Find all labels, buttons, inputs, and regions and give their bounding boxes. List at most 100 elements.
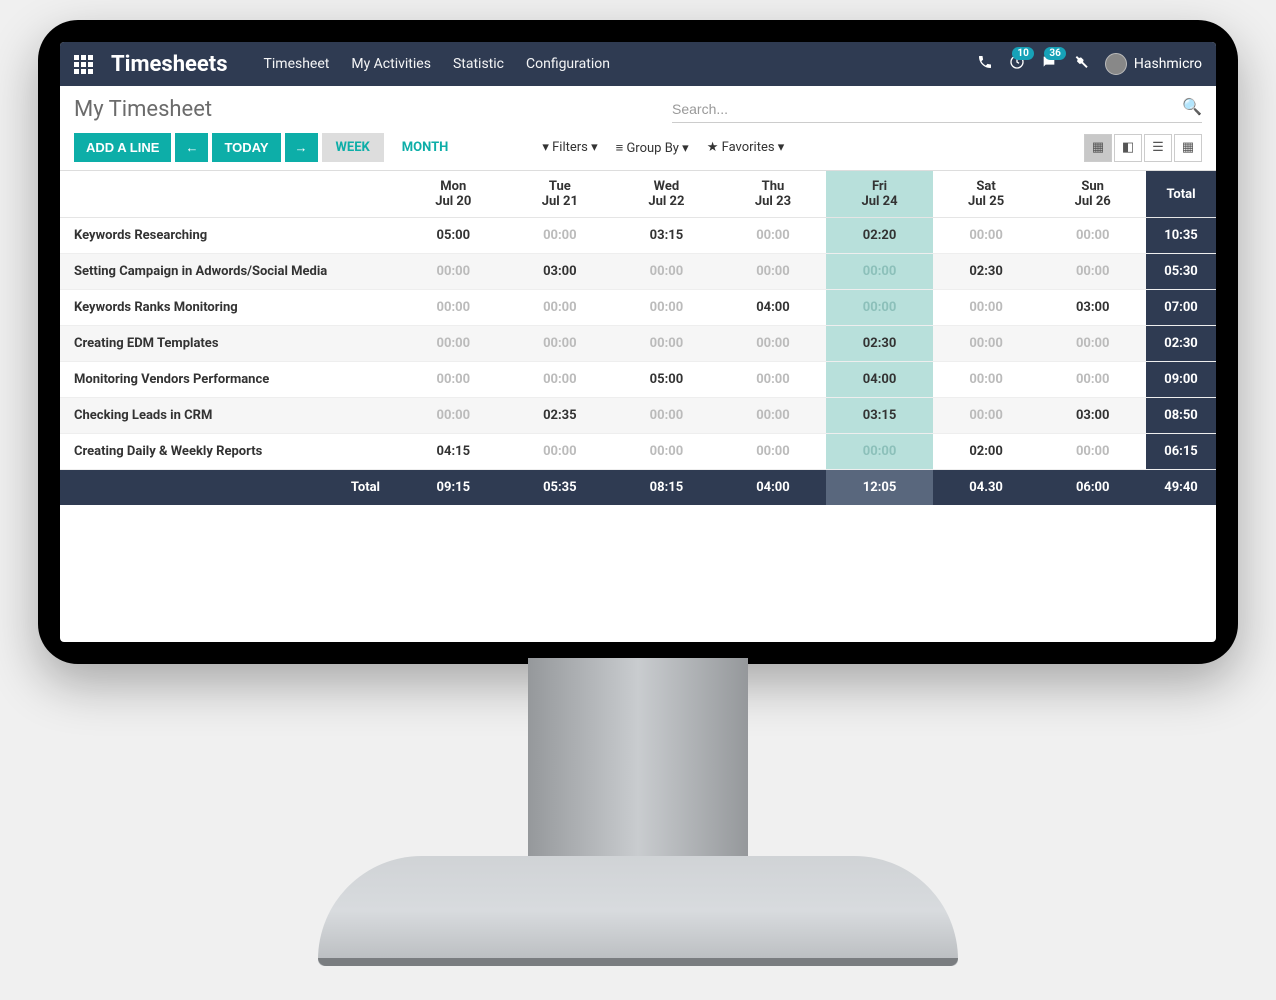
time-cell[interactable]: 02:35 (507, 398, 614, 434)
table-row[interactable]: Checking Leads in CRM00:0002:3500:0000:0… (60, 398, 1216, 434)
time-cell[interactable]: 00:00 (933, 218, 1040, 254)
next-button[interactable]: → (285, 133, 318, 162)
view-list-icon[interactable]: ☰ (1144, 134, 1172, 162)
col-day: SatJul 25 (933, 171, 1040, 218)
time-cell[interactable]: 00:00 (933, 326, 1040, 362)
time-cell[interactable]: 04:15 (400, 434, 507, 470)
tools-icon[interactable] (1073, 54, 1089, 74)
time-cell[interactable]: 00:00 (400, 398, 507, 434)
time-cell[interactable]: 00:00 (720, 254, 827, 290)
col-day: FriJul 24 (826, 171, 933, 218)
chat-icon[interactable]: 36 (1041, 54, 1057, 74)
time-cell[interactable]: 02:20 (826, 218, 933, 254)
time-cell[interactable]: 00:00 (400, 326, 507, 362)
today-button[interactable]: TODAY (212, 133, 280, 162)
task-name: Keywords Ranks Monitoring (60, 290, 400, 326)
time-cell[interactable]: 00:00 (1039, 326, 1146, 362)
time-cell[interactable]: 00:00 (613, 326, 720, 362)
time-cell[interactable]: 00:00 (507, 290, 614, 326)
nav-my-activities[interactable]: My Activities (351, 56, 431, 72)
phone-icon[interactable] (977, 54, 993, 74)
favorites-dropdown[interactable]: ★ Favorites ▾ (707, 140, 785, 156)
time-cell[interactable]: 00:00 (613, 254, 720, 290)
time-cell[interactable]: 03:15 (826, 398, 933, 434)
time-cell[interactable]: 00:00 (400, 290, 507, 326)
time-cell[interactable]: 03:00 (507, 254, 614, 290)
col-total: Total (1146, 171, 1216, 218)
period-week[interactable]: WEEK (322, 133, 384, 162)
search-input[interactable] (672, 96, 1202, 123)
row-total: 10:35 (1146, 218, 1216, 254)
time-cell[interactable]: 00:00 (400, 362, 507, 398)
control-bar: My Timesheet 🔍 ADD A LINE ← TODAY → WEEK… (60, 86, 1216, 171)
time-cell[interactable]: 00:00 (1039, 218, 1146, 254)
nav-configuration[interactable]: Configuration (526, 56, 610, 72)
search-icon[interactable]: 🔍 (1182, 97, 1202, 116)
table-row[interactable]: Setting Campaign in Adwords/Social Media… (60, 254, 1216, 290)
time-cell[interactable]: 00:00 (826, 290, 933, 326)
time-cell[interactable]: 04:00 (720, 290, 827, 326)
time-cell[interactable]: 05:00 (613, 362, 720, 398)
time-cell[interactable]: 00:00 (720, 398, 827, 434)
time-cell[interactable]: 00:00 (720, 362, 827, 398)
clock-icon[interactable]: 10 (1009, 54, 1025, 74)
table-row[interactable]: Keywords Ranks Monitoring00:0000:0000:00… (60, 290, 1216, 326)
time-cell[interactable]: 00:00 (507, 362, 614, 398)
user-menu[interactable]: Hashmicro (1105, 53, 1202, 75)
time-cell[interactable]: 02:00 (933, 434, 1040, 470)
time-cell[interactable]: 03:15 (613, 218, 720, 254)
nav-timesheet[interactable]: Timesheet (264, 56, 330, 72)
time-cell[interactable]: 00:00 (613, 290, 720, 326)
time-cell[interactable]: 00:00 (826, 434, 933, 470)
add-line-button[interactable]: ADD A LINE (74, 133, 171, 162)
time-cell[interactable]: 00:00 (1039, 362, 1146, 398)
view-grid-icon[interactable]: ▦ (1084, 134, 1112, 162)
time-cell[interactable]: 00:00 (720, 218, 827, 254)
table-row[interactable]: Creating EDM Templates00:0000:0000:0000:… (60, 326, 1216, 362)
time-cell[interactable]: 00:00 (826, 254, 933, 290)
time-cell[interactable]: 00:00 (613, 398, 720, 434)
time-cell[interactable]: 05:00 (400, 218, 507, 254)
time-cell[interactable]: 00:00 (507, 434, 614, 470)
col-day: MonJul 20 (400, 171, 507, 218)
top-navbar: Timesheets Timesheet My Activities Stati… (60, 42, 1216, 86)
time-cell[interactable]: 03:00 (1039, 398, 1146, 434)
time-cell[interactable]: 02:30 (933, 254, 1040, 290)
prev-button[interactable]: ← (175, 133, 208, 162)
time-cell[interactable]: 00:00 (507, 326, 614, 362)
col-task (60, 171, 400, 218)
time-cell[interactable]: 00:00 (720, 434, 827, 470)
time-cell[interactable]: 00:00 (720, 326, 827, 362)
nav-links: Timesheet My Activities Statistic Config… (264, 56, 610, 72)
task-name: Creating Daily & Weekly Reports (60, 434, 400, 470)
apps-icon[interactable] (74, 55, 93, 74)
view-kanban-icon[interactable]: ◧ (1114, 134, 1142, 162)
time-cell[interactable]: 00:00 (400, 254, 507, 290)
time-cell[interactable]: 00:00 (933, 290, 1040, 326)
task-name: Creating EDM Templates (60, 326, 400, 362)
task-name: Monitoring Vendors Performance (60, 362, 400, 398)
view-calendar-icon[interactable]: ▦ (1174, 134, 1202, 162)
time-cell[interactable]: 00:00 (1039, 254, 1146, 290)
table-row[interactable]: Creating Daily & Weekly Reports04:1500:0… (60, 434, 1216, 470)
time-cell[interactable]: 00:00 (933, 398, 1040, 434)
time-cell[interactable]: 00:00 (613, 434, 720, 470)
table-row[interactable]: Keywords Researching05:0000:0003:1500:00… (60, 218, 1216, 254)
time-cell[interactable]: 02:30 (826, 326, 933, 362)
time-cell[interactable]: 03:00 (1039, 290, 1146, 326)
nav-statistic[interactable]: Statistic (453, 56, 504, 72)
footer-total: 08:15 (613, 470, 720, 506)
filters-dropdown[interactable]: ▾ Filters ▾ (542, 140, 597, 156)
time-cell[interactable]: 00:00 (933, 362, 1040, 398)
row-total: 09:00 (1146, 362, 1216, 398)
groupby-dropdown[interactable]: ≡ Group By ▾ (616, 140, 689, 156)
table-row[interactable]: Monitoring Vendors Performance00:0000:00… (60, 362, 1216, 398)
footer-total: 09:15 (400, 470, 507, 506)
task-name: Keywords Researching (60, 218, 400, 254)
page-title: My Timesheet (74, 97, 212, 122)
row-total: 08:50 (1146, 398, 1216, 434)
period-month[interactable]: MONTH (388, 133, 463, 162)
time-cell[interactable]: 00:00 (507, 218, 614, 254)
time-cell[interactable]: 00:00 (1039, 434, 1146, 470)
time-cell[interactable]: 04:00 (826, 362, 933, 398)
